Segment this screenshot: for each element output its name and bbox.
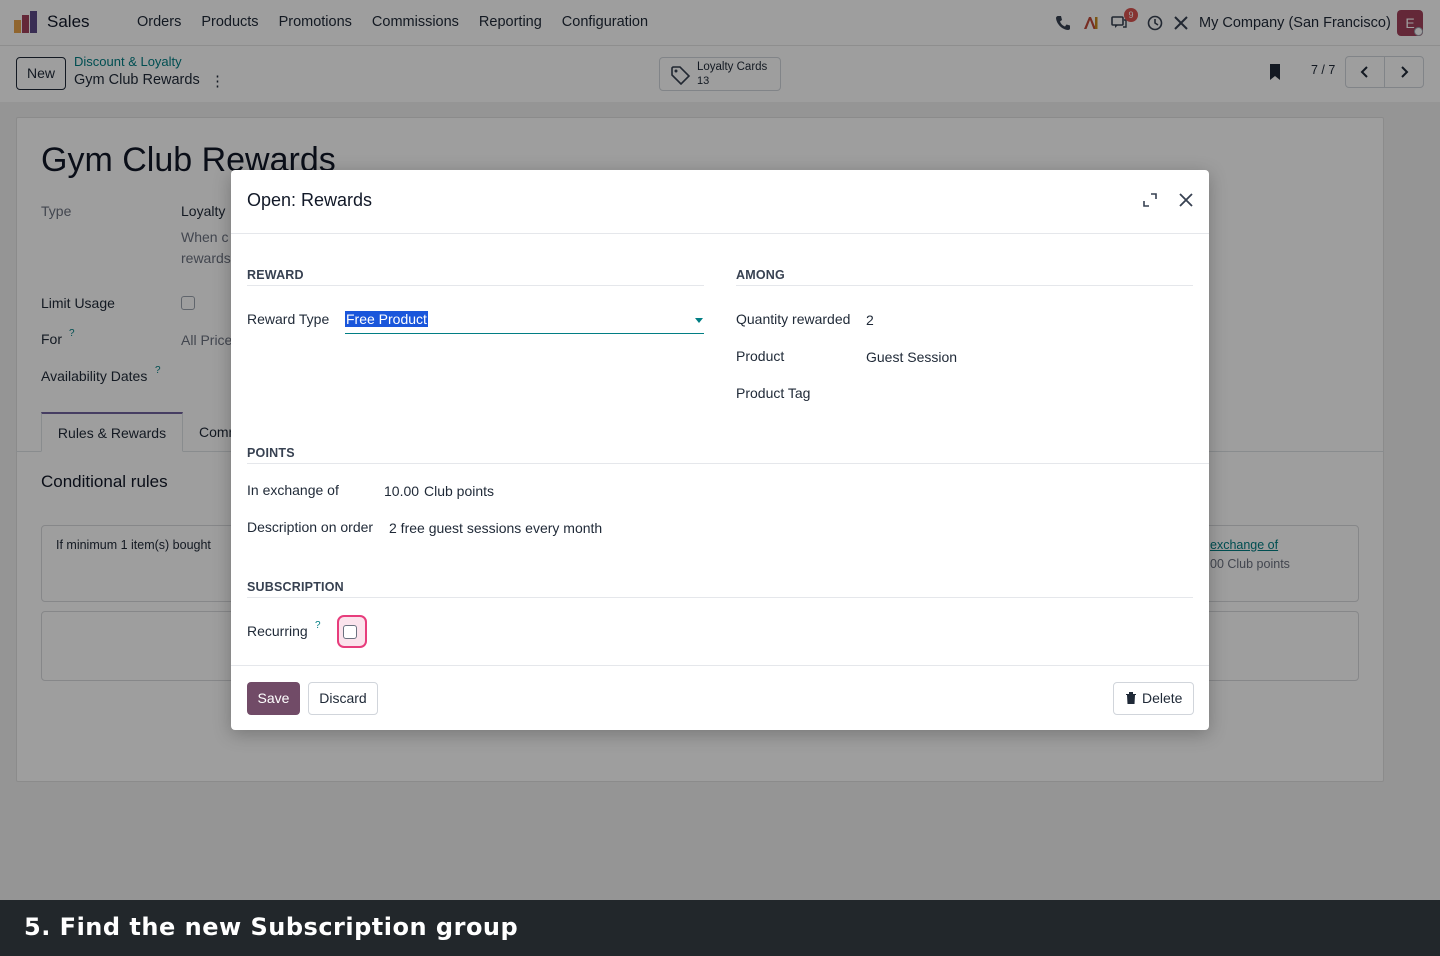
reward-type-label: Reward Type <box>247 311 330 327</box>
dialog-header: Open: Rewards <box>231 170 1209 234</box>
rewards-dialog: Open: Rewards REWARD AMONG Reward Type F… <box>231 170 1209 730</box>
among-section-title: AMONG <box>736 268 785 282</box>
exchange-label: In exchange of <box>247 482 339 498</box>
recurring-help-icon[interactable]: ? <box>315 620 321 631</box>
dropdown-caret-icon <box>695 318 703 323</box>
reward-type-value: Free Product <box>345 311 428 327</box>
among-separator <box>736 285 1193 286</box>
close-icon[interactable] <box>1177 191 1195 209</box>
delete-label: Delete <box>1142 690 1183 706</box>
quantity-rewarded-input[interactable]: 2 <box>866 312 874 328</box>
expand-icon[interactable] <box>1142 192 1158 208</box>
quantity-rewarded-label: Quantity rewarded <box>736 311 851 327</box>
reward-separator <box>247 285 704 286</box>
reward-section-title: REWARD <box>247 268 304 282</box>
subscription-section-title: SUBSCRIPTION <box>247 580 344 594</box>
delete-button[interactable]: Delete <box>1113 682 1194 715</box>
description-input[interactable]: 2 free guest sessions every month <box>389 520 602 536</box>
product-tag-label: Product Tag <box>736 385 811 401</box>
description-label: Description on order <box>247 519 374 535</box>
tutorial-caption: 5. Find the new Subscription group <box>24 913 519 941</box>
points-section-title: POINTS <box>247 446 295 460</box>
subscription-separator <box>247 597 1193 598</box>
dialog-footer-divider <box>231 665 1209 666</box>
product-input[interactable]: Guest Session <box>866 349 957 365</box>
points-separator <box>247 463 1209 464</box>
tutorial-caption-bar: 5. Find the new Subscription group <box>0 900 1440 956</box>
reward-type-select[interactable]: Free Product <box>345 308 704 334</box>
product-tag-input[interactable] <box>866 382 1193 404</box>
trash-icon <box>1126 692 1136 704</box>
save-button[interactable]: Save <box>247 682 300 715</box>
discard-button[interactable]: Discard <box>308 682 378 715</box>
recurring-label: Recurring <box>247 623 308 639</box>
exchange-points-unit: Club points <box>424 483 495 499</box>
recurring-checkbox[interactable] <box>343 625 357 639</box>
product-label: Product <box>736 348 785 364</box>
dialog-title: Open: Rewards <box>247 190 373 210</box>
exchange-points-input[interactable]: 10.00 <box>384 483 419 499</box>
